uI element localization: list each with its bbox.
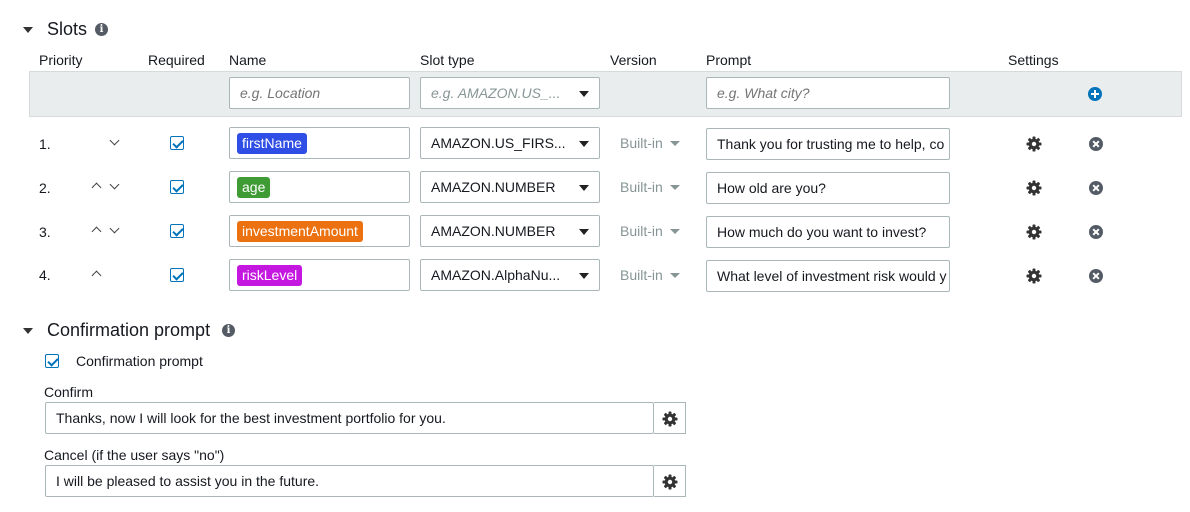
slot-type-value: AMAZON.US_FIRS... xyxy=(431,135,566,151)
move-down-icon[interactable] xyxy=(109,223,120,234)
collapse-confirmation-icon[interactable] xyxy=(23,328,33,334)
column-header-name: Name xyxy=(229,52,267,68)
slot-name-field[interactable]: investmentAmount xyxy=(229,215,410,247)
slot-prompt-value: How old are you? xyxy=(717,180,826,196)
remove-slot-icon[interactable] xyxy=(1089,269,1103,283)
move-up-icon[interactable] xyxy=(91,270,102,281)
slots-section-title: Slots xyxy=(47,19,88,39)
dropdown-caret-icon xyxy=(579,91,589,97)
slot-type-select[interactable]: AMAZON.NUMBER xyxy=(420,215,600,247)
slot-prompt-input[interactable]: What level of investment risk would y xyxy=(706,260,950,292)
slot-prompt-value: Thank you for trusting me to help, co xyxy=(717,136,945,152)
remove-slot-icon[interactable] xyxy=(1089,137,1103,151)
slot-name-field[interactable]: age xyxy=(229,171,410,203)
slot-row-number: 3. xyxy=(39,224,51,240)
column-header-slot-type: Slot type xyxy=(420,52,475,68)
version-caret-icon xyxy=(670,185,680,190)
column-header-prompt: Prompt xyxy=(706,52,752,68)
plus-circle-icon[interactable] xyxy=(1088,87,1102,101)
slot-name-field[interactable]: riskLevel xyxy=(229,259,410,291)
info-icon[interactable]: i xyxy=(222,324,235,337)
info-icon[interactable]: i xyxy=(95,23,108,36)
slot-name-field[interactable]: firstName xyxy=(229,127,410,159)
slot-type-value: AMAZON.NUMBER xyxy=(431,179,556,195)
version-caret-icon xyxy=(670,141,680,146)
confirm-input[interactable]: Thanks, now I will look for the best inv… xyxy=(45,402,654,434)
slot-prompt-input[interactable]: Thank you for trusting me to help, co xyxy=(706,128,950,160)
dropdown-caret-icon xyxy=(579,185,589,191)
column-header-priority: Priority xyxy=(39,52,83,68)
cancel-settings-button[interactable] xyxy=(654,465,686,497)
move-down-icon[interactable] xyxy=(109,179,120,190)
cancel-input[interactable]: I will be pleased to assist you in the f… xyxy=(45,465,654,497)
remove-slot-icon[interactable] xyxy=(1089,225,1103,239)
slot-type-select[interactable]: AMAZON.US_FIRS... xyxy=(420,127,600,159)
column-header-required: Required xyxy=(148,52,205,68)
version-select[interactable]: Built-in xyxy=(620,267,663,283)
required-checkbox[interactable] xyxy=(170,180,184,194)
confirm-value: Thanks, now I will look for the best inv… xyxy=(56,410,446,426)
slot-name-tag: investmentAmount xyxy=(237,221,363,242)
gear-icon[interactable] xyxy=(1026,268,1042,284)
version-caret-icon xyxy=(670,229,680,234)
required-checkbox[interactable] xyxy=(170,268,184,282)
dropdown-caret-icon xyxy=(579,273,589,279)
slot-type-select[interactable]: AMAZON.NUMBER xyxy=(420,171,600,203)
version-value: Built-in xyxy=(620,223,663,239)
required-checkbox[interactable] xyxy=(170,224,184,238)
slot-type-select[interactable]: AMAZON.AlphaNu... xyxy=(420,259,600,291)
slot-row-number: 2. xyxy=(39,180,51,196)
slot-prompt-value: How much do you want to invest? xyxy=(717,224,927,240)
move-down-icon[interactable] xyxy=(109,135,120,146)
required-checkbox[interactable] xyxy=(170,136,184,150)
remove-slot-icon[interactable] xyxy=(1089,181,1103,195)
column-header-settings: Settings xyxy=(1008,52,1059,68)
version-select[interactable]: Built-in xyxy=(620,223,663,239)
slot-name-tag: riskLevel xyxy=(237,265,303,286)
slot-prompt-value: What level of investment risk would y xyxy=(717,268,947,284)
move-up-icon[interactable] xyxy=(91,226,102,237)
slot-row-number: 4. xyxy=(39,267,51,283)
move-up-icon[interactable] xyxy=(91,182,102,193)
slot-row-number: 1. xyxy=(39,136,51,152)
new-slot-row xyxy=(29,71,1182,117)
version-caret-icon xyxy=(670,273,680,278)
gear-icon[interactable] xyxy=(1026,224,1042,240)
dropdown-caret-icon xyxy=(579,141,589,147)
dropdown-caret-icon xyxy=(579,229,589,235)
confirmation-prompt-checkbox[interactable] xyxy=(45,354,59,368)
version-select[interactable]: Built-in xyxy=(620,179,663,195)
slot-type-value: AMAZON.NUMBER xyxy=(431,223,556,239)
confirm-settings-button[interactable] xyxy=(654,402,686,434)
new-slot-type-select[interactable]: e.g. AMAZON.US_... xyxy=(420,77,600,109)
version-value: Built-in xyxy=(620,179,663,195)
slot-name-tag: age xyxy=(237,177,271,198)
slot-type-value: AMAZON.AlphaNu... xyxy=(431,267,561,283)
new-slot-prompt-input[interactable] xyxy=(706,77,950,109)
collapse-slots-icon[interactable] xyxy=(23,27,33,33)
version-value: Built-in xyxy=(620,267,663,283)
cancel-value: I will be pleased to assist you in the f… xyxy=(56,473,320,489)
version-select[interactable]: Built-in xyxy=(620,135,663,151)
confirmation-section-title: Confirmation prompt xyxy=(47,320,211,340)
new-slot-name-input[interactable] xyxy=(229,77,410,109)
gear-icon[interactable] xyxy=(1026,180,1042,196)
confirmation-checkbox-label: Confirmation prompt xyxy=(76,353,203,369)
confirm-label: Confirm xyxy=(44,384,94,400)
gear-icon[interactable] xyxy=(1026,136,1042,152)
version-value: Built-in xyxy=(620,135,663,151)
gear-icon xyxy=(662,474,678,490)
cancel-label: Cancel (if the user says "no") xyxy=(44,447,225,463)
gear-icon xyxy=(662,411,678,427)
column-header-version: Version xyxy=(610,52,657,68)
slot-prompt-input[interactable]: How much do you want to invest? xyxy=(706,216,950,248)
slot-name-tag: firstName xyxy=(237,133,307,154)
new-slot-type-placeholder: e.g. AMAZON.US_... xyxy=(431,85,561,101)
slot-prompt-input[interactable]: How old are you? xyxy=(706,172,950,204)
